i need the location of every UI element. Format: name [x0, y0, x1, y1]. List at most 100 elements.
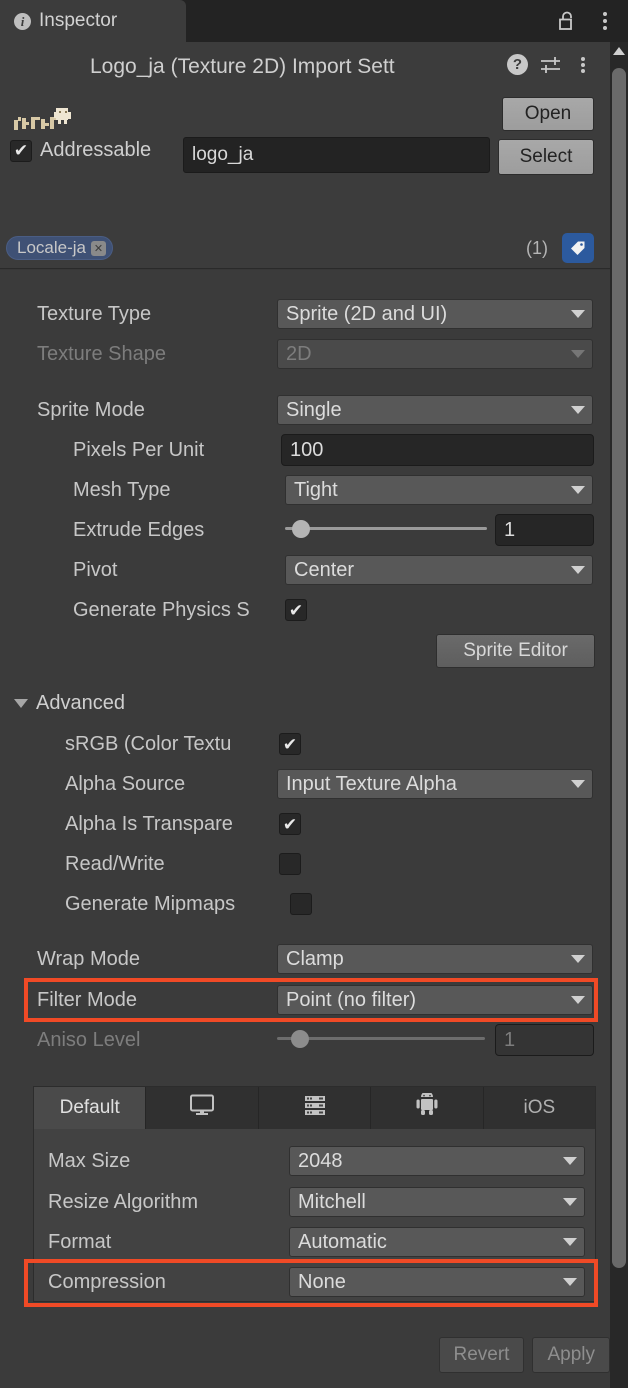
dedicated-server-icon — [302, 1094, 328, 1122]
kebab-menu-icon[interactable] — [574, 55, 592, 75]
filter-mode-dropdown[interactable]: Point (no filter) — [277, 985, 593, 1015]
slider-handle[interactable] — [291, 1030, 309, 1048]
vertical-scrollbar[interactable] — [610, 42, 628, 1388]
texture-shape-dropdown[interactable]: 2D — [277, 339, 593, 369]
chevron-down-icon — [571, 406, 585, 414]
chevron-down-icon — [571, 310, 585, 318]
generate-physics-shape-label: Generate Physics S — [73, 598, 250, 621]
chevron-down-icon — [14, 699, 28, 708]
unlocked-padlock-icon[interactable] — [558, 11, 576, 31]
chevron-down-icon — [571, 955, 585, 963]
platform-tab-dedicated-server[interactable] — [259, 1087, 372, 1129]
addressable-checkbox[interactable]: ✔ — [10, 139, 32, 162]
tab-inspector[interactable]: i Inspector — [0, 0, 186, 42]
label-tag-icon[interactable] — [562, 233, 594, 263]
filter-mode-value: Point (no filter) — [286, 988, 417, 1011]
resize-algorithm-value: Mitchell — [298, 1190, 366, 1213]
sprite-editor-button[interactable]: Sprite Editor — [436, 634, 595, 668]
close-icon[interactable]: ✕ — [91, 240, 106, 256]
aniso-level-label: Aniso Level — [37, 1028, 141, 1051]
sprite-mode-value: Single — [286, 398, 342, 421]
select-button[interactable]: Select — [498, 139, 594, 175]
max-size-dropdown[interactable]: 2048 — [289, 1146, 585, 1176]
texture-shape-value: 2D — [286, 342, 312, 365]
kebab-menu-icon[interactable] — [596, 10, 614, 32]
slider-track — [285, 527, 487, 530]
wrap-mode-label: Wrap Mode — [37, 947, 141, 970]
sprite-mode-dropdown[interactable]: Single — [277, 395, 593, 425]
asset-thumbnail — [10, 100, 78, 140]
resize-algorithm-label: Resize Algorithm — [48, 1190, 199, 1213]
aniso-level-slider[interactable] — [277, 1030, 485, 1048]
pixels-per-unit-input[interactable]: 100 — [281, 434, 594, 466]
compression-label: Compression — [48, 1270, 166, 1293]
resize-algorithm-dropdown[interactable]: Mitchell — [289, 1187, 585, 1217]
alpha-is-transparency-checkbox[interactable]: ✔ — [279, 813, 301, 835]
android-robot-icon — [415, 1091, 439, 1123]
srgb-checkbox[interactable]: ✔ — [279, 733, 301, 755]
preset-sliders-icon[interactable] — [540, 55, 562, 75]
compression-dropdown[interactable]: None — [289, 1267, 585, 1297]
revert-button[interactable]: Revert — [438, 1337, 525, 1373]
label-chip-locale-ja[interactable]: Locale-ja ✕ — [6, 236, 113, 260]
wrap-mode-value: Clamp — [286, 947, 344, 970]
slider-handle[interactable] — [292, 520, 310, 538]
chevron-down-icon — [571, 566, 585, 574]
extrude-edges-value[interactable]: 1 — [495, 514, 594, 546]
address-input[interactable]: logo_ja — [183, 137, 490, 173]
mesh-type-label: Mesh Type — [73, 478, 171, 501]
scroll-up-arrow-icon[interactable] — [610, 42, 628, 60]
wrap-mode-dropdown[interactable]: Clamp — [277, 944, 593, 974]
format-label: Format — [48, 1230, 112, 1253]
footer-buttons: Revert Apply — [438, 1337, 610, 1373]
info-icon: i — [14, 12, 31, 30]
generate-mipmaps-label: Generate Mipmaps — [65, 892, 236, 915]
addressable-toggle-row: ✔ Addressable — [10, 139, 151, 162]
chevron-down-icon — [571, 996, 585, 1004]
apply-button[interactable]: Apply — [532, 1337, 610, 1373]
srgb-label: sRGB (Color Textu — [65, 732, 232, 755]
format-value: Automatic — [298, 1230, 387, 1253]
platform-tab-ios[interactable]: iOS — [484, 1087, 595, 1129]
platform-tab-default[interactable]: Default — [34, 1087, 147, 1129]
asset-labels-strip: Locale-ja ✕ (1) — [0, 228, 610, 269]
inspector-window: i Inspector Logo_ja (Texture 2D) Import … — [0, 0, 628, 1388]
platform-tab-ios-label: iOS — [523, 1097, 556, 1118]
page-title: Logo_ja (Texture 2D) Import Sett — [90, 55, 395, 78]
pivot-label: Pivot — [73, 558, 118, 581]
compression-value: None — [298, 1270, 346, 1293]
scrollbar-thumb[interactable] — [612, 68, 626, 1268]
platform-override-box: Default iOS Max Size 2048 Resize Algorit… — [33, 1086, 596, 1302]
alpha-is-transparency-label: Alpha Is Transpare — [65, 812, 233, 835]
format-dropdown[interactable]: Automatic — [289, 1227, 585, 1257]
texture-type-dropdown[interactable]: Sprite (2D and UI) — [277, 299, 593, 329]
platform-tab-android[interactable] — [371, 1087, 484, 1129]
pixels-per-unit-label: Pixels Per Unit — [73, 438, 205, 461]
texture-shape-label: Texture Shape — [37, 342, 166, 365]
help-icon[interactable]: ? — [507, 54, 528, 75]
pivot-value: Center — [294, 558, 355, 581]
advanced-foldout[interactable]: Advanced — [14, 692, 125, 715]
pivot-dropdown[interactable]: Center — [285, 555, 593, 585]
asset-header: Logo_ja (Texture 2D) Import Sett ? Open … — [0, 42, 610, 260]
generate-mipmaps-checkbox[interactable] — [290, 893, 312, 915]
addressable-label: Addressable — [40, 139, 152, 161]
read-write-checkbox[interactable] — [279, 853, 301, 875]
label-chip-text: Locale-ja — [17, 238, 86, 257]
extrude-edges-slider[interactable] — [285, 520, 487, 538]
platform-tab-standalone[interactable] — [146, 1087, 259, 1129]
mesh-type-dropdown[interactable]: Tight — [285, 475, 593, 505]
alpha-source-label: Alpha Source — [65, 772, 186, 795]
chevron-down-icon — [563, 1198, 577, 1206]
chevron-down-icon — [563, 1238, 577, 1246]
generate-physics-shape-checkbox[interactable]: ✔ — [285, 599, 307, 621]
header-icon-group: ? — [507, 54, 592, 75]
texture-type-value: Sprite (2D and UI) — [286, 302, 448, 325]
chevron-down-icon — [571, 780, 585, 788]
alpha-source-dropdown[interactable]: Input Texture Alpha — [277, 769, 593, 799]
chevron-down-icon — [571, 350, 585, 358]
open-button[interactable]: Open — [502, 97, 594, 131]
mesh-type-value: Tight — [294, 478, 338, 501]
max-size-value: 2048 — [298, 1149, 343, 1172]
extrude-edges-label: Extrude Edges — [73, 518, 205, 541]
